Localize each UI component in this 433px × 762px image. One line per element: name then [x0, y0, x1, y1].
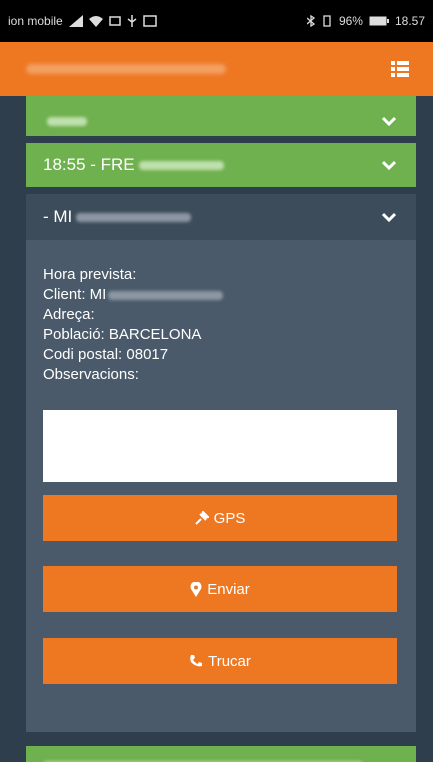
redacted-text: [138, 160, 224, 170]
trucar-button-label: Trucar: [208, 652, 251, 670]
delivery-item-header[interactable]: - MI: [26, 194, 416, 240]
client-label: Client: MI: [43, 286, 107, 303]
status-bar: ion mobile 96% 18.57: [0, 0, 433, 42]
phone-icon: [190, 655, 203, 667]
battery-icon: [369, 16, 389, 26]
chevron-down-icon: [382, 212, 396, 222]
redacted-text: [47, 117, 87, 126]
bluetooth-icon: [306, 15, 315, 27]
chevron-down-icon: [382, 160, 396, 170]
wifi-icon: [88, 16, 103, 27]
redacted-text: [108, 290, 224, 300]
delivery-details-panel: Hora prevista: Client: MI Adreça: Poblac…: [26, 240, 416, 732]
carrier-name: ion mobile: [8, 14, 63, 28]
pushpin-icon: [194, 511, 209, 525]
gps-button-label: GPS: [213, 509, 246, 527]
app-title-redacted: [26, 64, 226, 74]
chevron-down-icon: [382, 116, 396, 126]
vibrate-icon: [323, 15, 331, 27]
gps-button[interactable]: GPS: [43, 495, 397, 541]
delivery-list[interactable]: 18:55 - FRE - MI Hora prevista: Client: …: [26, 96, 416, 762]
codi-postal-label: Codi postal: 08017: [43, 346, 169, 363]
delivery-item-label: - MI: [43, 207, 73, 226]
clock: 18.57: [394, 14, 425, 28]
app-header: [0, 42, 433, 96]
list-menu-icon: [391, 61, 409, 77]
delivery-item-header[interactable]: 18:55 - FRE: [26, 143, 416, 187]
signal-icon: [68, 15, 83, 27]
delivery-item-header[interactable]: [26, 96, 416, 136]
delivery-item-header[interactable]: [26, 746, 416, 762]
enviar-button[interactable]: Enviar: [43, 566, 397, 612]
enviar-button-label: Enviar: [207, 580, 250, 598]
redacted-text: [76, 212, 192, 222]
map-marker-icon: [190, 581, 202, 597]
client-row: Client: MI: [43, 285, 224, 305]
usb-icon: [127, 15, 137, 27]
battery-percent: 96%: [338, 14, 363, 28]
delivery-item-label: 18:55 - FRE: [43, 155, 135, 174]
notification-icon: [108, 16, 121, 26]
trucar-button[interactable]: Trucar: [43, 638, 397, 684]
observacions-field[interactable]: [43, 410, 397, 482]
observacions-label: Observacions:: [43, 366, 139, 383]
menu-button[interactable]: [391, 61, 409, 77]
image-icon: [142, 15, 157, 27]
adreca-label: Adreça:: [43, 306, 95, 323]
hora-prevista-label: Hora prevista:: [43, 266, 137, 283]
delivery-info: Hora prevista: Client: MI Adreça: Poblac…: [43, 265, 224, 385]
poblacio-label: Població: BARCELONA: [43, 326, 202, 343]
